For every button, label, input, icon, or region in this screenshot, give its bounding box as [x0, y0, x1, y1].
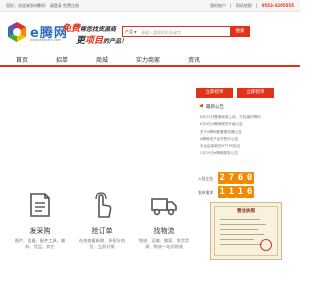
list-item[interactable]: 2月19日e腾网服务公告	[200, 150, 278, 157]
sell-order-button[interactable]: 立即招单	[237, 88, 274, 98]
hand-pointer-icon	[95, 192, 112, 218]
list-item[interactable]: e腾网电子证书签约公告	[200, 136, 278, 143]
counter-digit: 1	[236, 186, 245, 198]
search-input[interactable]: 请输入要搜索的关键字	[141, 30, 181, 36]
truck-icon	[151, 198, 177, 216]
counter-digit: 7	[227, 172, 236, 184]
buy-order-button[interactable]: 立即招单	[196, 88, 233, 98]
megaphone-icon: ◀	[199, 103, 203, 109]
top-bar: 您好，欢迎来到e腾网！ 请登录 免费注册 我的账户 | 网站地图 | 0553-…	[0, 0, 300, 12]
counter-digit: 6	[236, 172, 245, 184]
sitemap-link[interactable]: 网站地图	[236, 3, 252, 8]
cert-title: 营业执照	[237, 209, 255, 214]
seal-icon	[260, 239, 272, 251]
list-item[interactable]: 关于e腾网配置服务器公告	[200, 129, 278, 136]
counter-digit: 0	[245, 172, 254, 184]
feature-purchase[interactable]: 发采购 图片、设备、配件工具、辅料、货品、其它	[10, 190, 70, 268]
nav-item-bids[interactable]: 招单	[56, 55, 68, 64]
top-links: 我的账户 | 网站地图 | 0553-3205555	[207, 3, 294, 9]
list-item[interactable]: 6月5日e腾网服务升级公告	[200, 121, 278, 128]
feature-title: 抢订单	[91, 227, 113, 235]
announcement-header: ◀ 最新公告	[196, 102, 276, 111]
separator: |	[230, 3, 232, 8]
logo-icon[interactable]	[6, 21, 28, 43]
stat-label: 发布需求	[198, 190, 214, 195]
counter-digit: 1	[227, 186, 236, 198]
slogan-line-2: 更项目的产品！	[76, 33, 127, 46]
slogan-pre: 更	[76, 36, 86, 46]
slogan-rest: 帮您找货源商	[80, 26, 117, 33]
separator: |	[256, 3, 258, 8]
feature-desc: 图片、设备、配件工具、辅料、货品、其它	[14, 238, 66, 249]
header: e腾网 www.eqteam.com 免费帮您找货源商 更项目的产品！ 产品 ▼…	[0, 12, 300, 52]
stat-enterprises: 入驻企业 2760	[196, 172, 276, 184]
counter-digit: 2	[218, 172, 227, 184]
nav-item-merchants[interactable]: 实力商家	[136, 55, 160, 64]
welcome-text[interactable]: 您好，欢迎来到e腾网！ 请登录 免费注册	[6, 3, 79, 9]
feature-title: 发采购	[29, 227, 51, 235]
search-button[interactable]: 搜索	[230, 26, 250, 37]
counter-digit: 6	[245, 186, 254, 198]
slogan-post: 的产品！	[103, 38, 128, 45]
chevron-down-icon: ▼	[134, 30, 137, 34]
search-box: 产品 ▼ 请输入要搜索的关键字 搜索	[122, 26, 250, 37]
stat-demands: 发布需求 1116	[196, 186, 276, 198]
announcement-title: 最新公告	[206, 104, 224, 110]
stat-label: 入驻企业	[198, 176, 214, 181]
business-license-image[interactable]: 营业执照	[210, 202, 282, 260]
feature-orders[interactable]: 抢订单 在线查看新增、多权分档位、立即对接	[72, 190, 132, 268]
list-item[interactable]: 平台启用新的HTTPS协议	[200, 143, 278, 150]
slogan-highlight: 项目	[85, 36, 104, 46]
feature-desc: 在线查看新增、多权分档位、立即对接	[78, 238, 126, 249]
purchase-icon	[30, 193, 50, 217]
nav-item-news[interactable]: 资讯	[188, 55, 200, 64]
logo-url: www.eqteam.com	[30, 38, 62, 42]
main-nav: 首页 招单 商城 实力商家 资讯	[0, 54, 300, 67]
announcement-list: 6月23日曹操商城上线，打包福利等你 6月5日e腾网服务升级公告 关于e腾网配置…	[200, 114, 278, 158]
stat-digits: 1116	[218, 186, 254, 198]
stat-digits: 2760	[218, 172, 254, 184]
my-account-link[interactable]: 我的账户	[210, 3, 226, 8]
nav-item-mall[interactable]: 商城	[96, 55, 108, 64]
nav-item-home[interactable]: 首页	[16, 55, 28, 64]
search-category-select[interactable]: 产品 ▼	[125, 29, 137, 35]
counter-digit: 1	[218, 186, 227, 198]
list-item[interactable]: 6月23日曹操商城上线，打包福利等你	[200, 114, 278, 121]
feature-desc: 物流、运输、搬家、发货货源、物流一站式物流	[138, 238, 190, 249]
feature-logistics[interactable]: 找物流 物流、运输、搬家、发货货源、物流一站式物流	[134, 190, 194, 268]
feature-title: 找物流	[153, 227, 175, 235]
hotline-number: 0553-3205555	[261, 3, 294, 8]
